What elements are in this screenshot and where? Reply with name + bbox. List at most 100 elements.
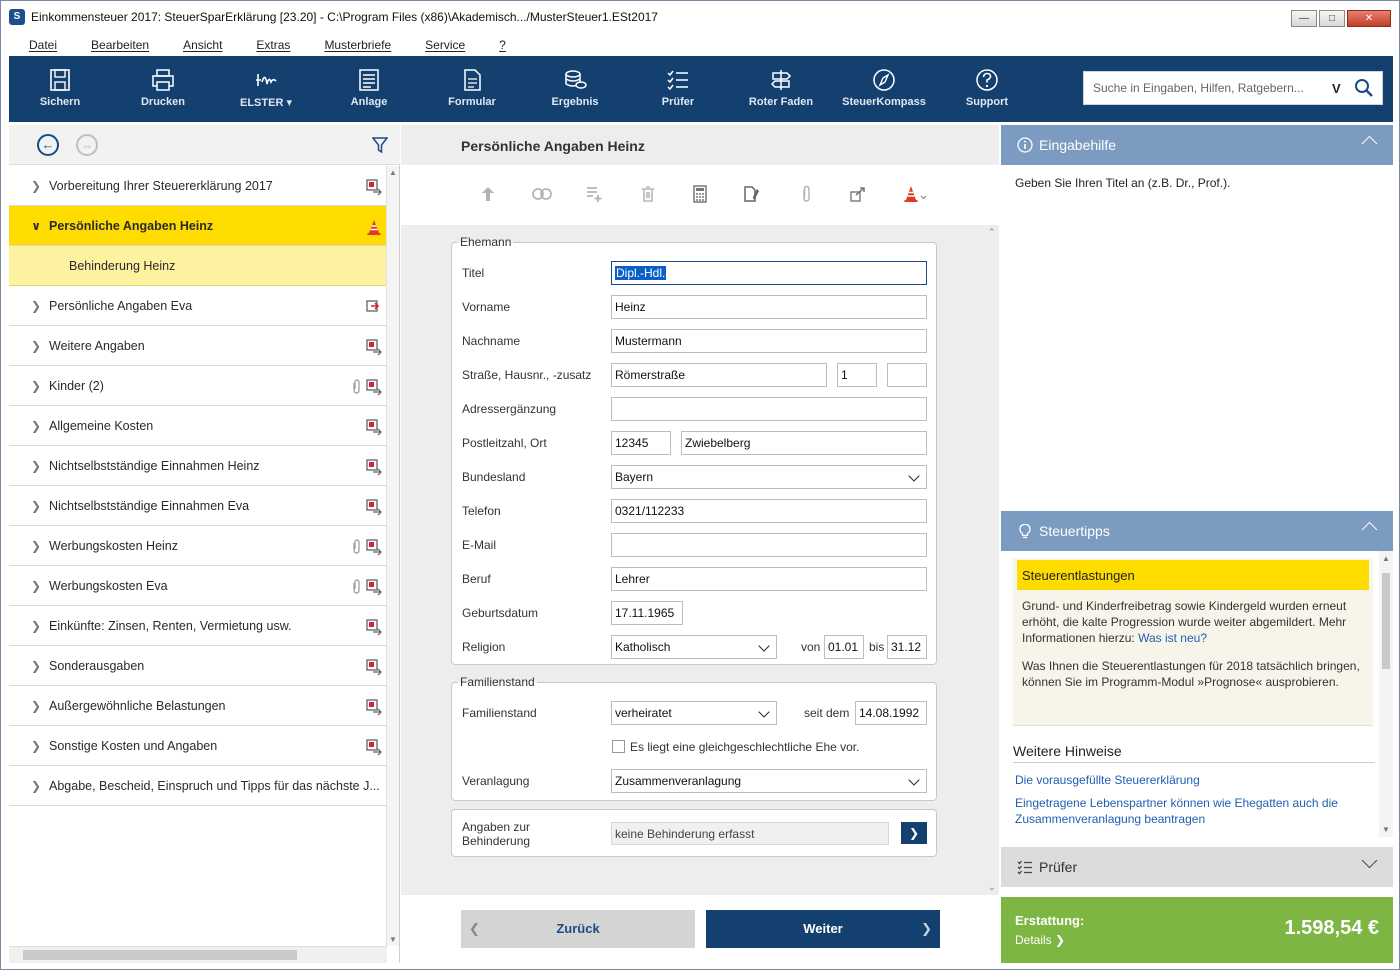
familienstand-select[interactable]: verheiratet bbox=[611, 701, 777, 725]
filter-icon[interactable] bbox=[372, 136, 388, 154]
hausnummer-input[interactable]: 1 bbox=[837, 363, 877, 387]
vorausgefuellte-steuererklaerung-link[interactable]: Die vorausgefüllte Steuererklärung bbox=[1015, 772, 1375, 788]
goto-form-icon[interactable] bbox=[365, 738, 383, 756]
toolbar-print-button[interactable]: Drucken bbox=[118, 56, 208, 122]
nav-item-werbungskosten-eva[interactable]: ❯ Werbungskosten Eva bbox=[9, 566, 387, 606]
back-button[interactable]: ❮ Zurück bbox=[461, 910, 695, 948]
nav-item-behinderung-heinz[interactable]: Behinderung Heinz bbox=[9, 246, 387, 286]
toolbar-roter-faden-button[interactable]: Roter Faden bbox=[736, 56, 826, 122]
nav-item-weitere-angaben[interactable]: ❯ Weitere Angaben bbox=[9, 326, 387, 366]
close-button[interactable]: ✕ bbox=[1347, 10, 1391, 27]
goto-form-icon[interactable] bbox=[365, 538, 383, 556]
scroll-up-icon[interactable]: ▲ bbox=[389, 168, 397, 177]
goto-form-icon[interactable] bbox=[365, 338, 383, 356]
scroll-down-icon[interactable]: ⌄ bbox=[988, 882, 996, 893]
minimize-button[interactable]: — bbox=[1291, 10, 1317, 27]
goto-form-icon[interactable] bbox=[365, 658, 383, 676]
steuertipps-header[interactable]: Steuertipps bbox=[1001, 511, 1393, 551]
refund-details-link[interactable]: Details ❯ bbox=[1015, 933, 1065, 947]
warning-cone-dropdown-icon[interactable] bbox=[903, 185, 929, 203]
delete-icon[interactable] bbox=[639, 185, 657, 203]
religion-bis-input[interactable]: 31.12 bbox=[887, 635, 927, 659]
vorname-input[interactable]: Heinz bbox=[611, 295, 927, 319]
calculator-icon[interactable] bbox=[691, 185, 709, 203]
jump-to-icon[interactable] bbox=[849, 185, 867, 203]
add-row-icon[interactable] bbox=[585, 185, 603, 203]
religion-select[interactable]: Katholisch bbox=[611, 635, 777, 659]
menu-musterbriefe[interactable]: Musterbriefe bbox=[324, 38, 391, 52]
nav-item-abgabe[interactable]: ❯ Abgabe, Bescheid, Einspruch und Tipps … bbox=[9, 766, 387, 806]
toolbar-steuerkompass-button[interactable]: SteuerKompass bbox=[839, 56, 929, 122]
was-ist-neu-link[interactable]: Was ist neu? bbox=[1138, 631, 1207, 645]
search-icon[interactable] bbox=[1350, 74, 1378, 102]
telefon-input[interactable]: 0321/112233 bbox=[611, 499, 927, 523]
menu-ansicht[interactable]: Ansicht bbox=[183, 38, 222, 52]
toolbar-formular-button[interactable]: Formular bbox=[427, 56, 517, 122]
tips-scrollbar[interactable]: ▲ ▼ bbox=[1379, 551, 1393, 837]
nav-item-nse-eva[interactable]: ❯ Nichtselbstständige Einnahmen Eva bbox=[9, 486, 387, 526]
nav-item-sonstige-kosten[interactable]: ❯ Sonstige Kosten und Angaben bbox=[9, 726, 387, 766]
menu-bearbeiten[interactable]: Bearbeiten bbox=[91, 38, 149, 52]
eingabehilfe-header[interactable]: Eingabehilfe bbox=[1001, 125, 1393, 165]
forward-nav-icon[interactable]: → bbox=[76, 134, 98, 156]
goto-form-icon[interactable] bbox=[365, 498, 383, 516]
back-nav-icon[interactable]: ← bbox=[37, 134, 59, 156]
nav-horizontal-scrollbar[interactable] bbox=[9, 946, 387, 963]
menu-datei[interactable]: Datei bbox=[29, 38, 57, 52]
collapse-icon[interactable] bbox=[1361, 135, 1378, 152]
scroll-thumb[interactable] bbox=[1382, 573, 1390, 669]
veranlagung-select[interactable]: Zusammenveranlagung bbox=[611, 769, 927, 793]
upload-icon[interactable] bbox=[479, 185, 497, 203]
behinderung-open-button[interactable]: ❯ bbox=[901, 822, 927, 844]
menu-extras[interactable]: Extras bbox=[256, 38, 290, 52]
menu-help[interactable]: ? bbox=[499, 38, 506, 52]
scroll-thumb[interactable] bbox=[23, 950, 297, 960]
nav-item-allgemeine-kosten[interactable]: ❯ Allgemeine Kosten bbox=[9, 406, 387, 446]
collapse-icon[interactable] bbox=[1361, 521, 1378, 538]
search-input[interactable]: Suche in Eingaben, Hilfen, Ratgebern... bbox=[1084, 81, 1332, 95]
toolbar-ergebnis-button[interactable]: Ergebnis bbox=[530, 56, 620, 122]
ort-input[interactable]: Zwiebelberg bbox=[681, 431, 927, 455]
scroll-down-icon[interactable]: ▼ bbox=[1382, 825, 1390, 834]
lebenspartner-link[interactable]: Eingetragene Lebenspartner können wie Eh… bbox=[1015, 795, 1375, 827]
beruf-input[interactable]: Lehrer bbox=[611, 567, 927, 591]
maximize-button[interactable]: □ bbox=[1319, 10, 1345, 27]
nav-item-einkuenfte[interactable]: ❯ Einkünfte: Zinsen, Renten, Vermietung … bbox=[9, 606, 387, 646]
search-box[interactable]: Suche in Eingaben, Hilfen, Ratgebern... … bbox=[1083, 71, 1383, 105]
toolbar-save-button[interactable]: Sichern bbox=[15, 56, 105, 122]
menu-service[interactable]: Service bbox=[425, 38, 465, 52]
pruefer-header[interactable]: Prüfer bbox=[1001, 847, 1393, 887]
paperclip-icon[interactable] bbox=[797, 185, 815, 203]
form-scrollbar[interactable]: ⌃ ⌄ bbox=[985, 225, 999, 895]
toolbar-elster-button[interactable]: ELSTER ▾ bbox=[221, 56, 311, 122]
nav-scrollbar[interactable]: ▲ ▼ bbox=[386, 166, 399, 946]
religion-von-input[interactable]: 01.01 bbox=[824, 635, 864, 659]
refund-panel[interactable]: Erstattung: Details ❯ 1.598,54 € bbox=[1001, 897, 1393, 963]
scroll-up-icon[interactable]: ▲ bbox=[1382, 554, 1390, 563]
nav-item-sonderausgaben[interactable]: ❯ Sonderausgaben bbox=[9, 646, 387, 686]
titel-input[interactable]: Dipl.-Hdl. bbox=[611, 261, 927, 285]
expand-icon[interactable] bbox=[1361, 852, 1378, 869]
search-mode-toggle[interactable]: V bbox=[1332, 81, 1350, 96]
nav-item-kinder[interactable]: ❯ Kinder (2) bbox=[9, 366, 387, 406]
nav-item-persoenliche-angaben-heinz[interactable]: ∨ Persönliche Angaben Heinz bbox=[9, 206, 387, 246]
seit-dem-input[interactable]: 14.08.1992 bbox=[855, 701, 927, 725]
strasse-input[interactable]: Römerstraße bbox=[611, 363, 827, 387]
nachname-input[interactable]: Mustermann bbox=[611, 329, 927, 353]
toolbar-anlage-button[interactable]: Anlage bbox=[324, 56, 414, 122]
document-edit-icon[interactable] bbox=[743, 185, 761, 203]
scroll-down-icon[interactable]: ▼ bbox=[389, 935, 397, 944]
adressergaenzung-input[interactable] bbox=[611, 397, 927, 421]
nav-item-vorbereitung[interactable]: ❯ Vorbereitung Ihrer Steuererklärung 201… bbox=[9, 166, 387, 206]
goto-form-icon[interactable] bbox=[365, 298, 383, 316]
goto-form-icon[interactable] bbox=[365, 458, 383, 476]
bundesland-select[interactable]: Bayern bbox=[611, 465, 927, 489]
nav-item-werbungskosten-heinz[interactable]: ❯ Werbungskosten Heinz bbox=[9, 526, 387, 566]
hausnummer-zusatz-input[interactable] bbox=[887, 363, 927, 387]
nav-item-aussergewoehnliche-belastungen[interactable]: ❯ Außergewöhnliche Belastungen bbox=[9, 686, 387, 726]
next-button[interactable]: Weiter ❯ bbox=[706, 910, 940, 948]
link-icon[interactable] bbox=[531, 185, 553, 203]
goto-form-icon[interactable] bbox=[365, 578, 383, 596]
nav-item-persoenliche-angaben-eva[interactable]: ❯ Persönliche Angaben Eva bbox=[9, 286, 387, 326]
plz-input[interactable]: 12345 bbox=[611, 431, 671, 455]
